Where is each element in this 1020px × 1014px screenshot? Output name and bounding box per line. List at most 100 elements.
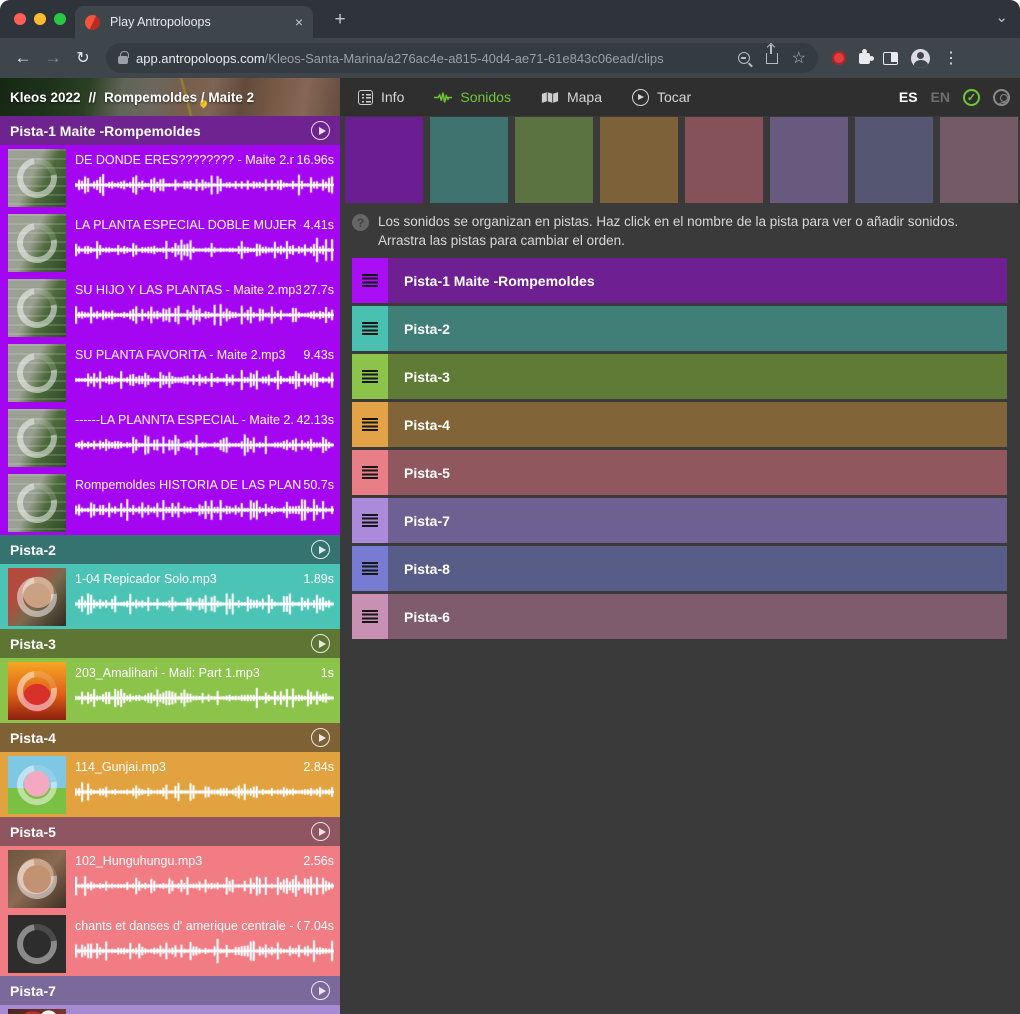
maximize-window-button[interactable] bbox=[54, 13, 66, 25]
new-tab-button[interactable]: + bbox=[326, 6, 354, 34]
color-swatch bbox=[770, 117, 848, 203]
help-question-icon: ? bbox=[352, 214, 369, 231]
waveform[interactable] bbox=[75, 302, 334, 328]
track-row-pista-3[interactable]: Pista-3 bbox=[352, 354, 1007, 399]
clip-item[interactable]: LA PLANTA ESPECIAL DOBLE MUJER - Mai... … bbox=[0, 210, 340, 275]
waveform[interactable] bbox=[75, 938, 334, 964]
drag-handle[interactable] bbox=[352, 498, 388, 543]
sidebar-section-pista-2: Pista-2 1-04 Repicador Solo.mp3 1.89s bbox=[0, 535, 340, 629]
lang-en-button[interactable]: EN bbox=[931, 89, 950, 105]
clip-item[interactable]: DE DONDE ERES???????? - Maite 2.mp3 16.9… bbox=[0, 145, 340, 210]
color-swatch bbox=[685, 117, 763, 203]
loop-ring-icon bbox=[9, 410, 65, 466]
reload-button[interactable]: ↻ bbox=[68, 48, 98, 68]
side-panel-icon[interactable] bbox=[883, 52, 898, 65]
clip-item[interactable]: Las castañuelas 3.13s bbox=[0, 1005, 340, 1014]
tab-search-chevron-icon[interactable]: ⌄ bbox=[995, 8, 1008, 26]
sidebar-section-pista-5: Pista-5 102_Hunguhungu.mp3 2.56s chants … bbox=[0, 817, 340, 976]
grip-lines-icon bbox=[362, 370, 378, 383]
back-button[interactable]: ← bbox=[8, 48, 38, 68]
waveform[interactable] bbox=[75, 172, 334, 198]
track-row-pista-4[interactable]: Pista-4 bbox=[352, 402, 1007, 447]
waveform[interactable] bbox=[75, 237, 334, 263]
waveform[interactable] bbox=[75, 873, 334, 899]
loop-ring-icon bbox=[9, 1010, 65, 1014]
grip-lines-icon bbox=[362, 274, 378, 287]
tab-strip: Play Antropoloops × + ⌄ bbox=[0, 0, 1020, 38]
track-row-pista-6[interactable]: Pista-6 bbox=[352, 594, 1007, 639]
tab-tocar[interactable]: Tocar bbox=[632, 89, 691, 106]
track-row-pista-2[interactable]: Pista-2 bbox=[352, 306, 1007, 351]
waveform[interactable] bbox=[75, 367, 334, 393]
record-extension-icon[interactable] bbox=[832, 51, 846, 65]
bookmark-star-icon[interactable]: ☆ bbox=[792, 48, 806, 68]
breadcrumb-project[interactable]: Kleos 2022 bbox=[10, 90, 81, 105]
browser-tab[interactable]: Play Antropoloops × bbox=[75, 6, 313, 38]
clip-item[interactable]: chants et danses d' amerique centrale - … bbox=[0, 911, 340, 976]
page-zoom-icon[interactable] bbox=[738, 52, 750, 64]
clip-item[interactable]: 114_Gunjai.mp3 2.84s bbox=[0, 752, 340, 817]
waveform[interactable] bbox=[75, 779, 334, 805]
drag-handle[interactable] bbox=[352, 258, 388, 303]
clip-item[interactable]: 1-04 Repicador Solo.mp3 1.89s bbox=[0, 564, 340, 629]
drag-handle[interactable] bbox=[352, 402, 388, 447]
waveform[interactable] bbox=[75, 591, 334, 617]
loop-ring-icon bbox=[9, 757, 65, 813]
profile-avatar[interactable] bbox=[911, 49, 930, 68]
address-bar[interactable]: app.antropoloops.com/Kleos-Santa-Marina/… bbox=[106, 43, 818, 73]
grip-lines-icon bbox=[362, 562, 378, 575]
track-header[interactable]: Pista-4 bbox=[0, 723, 340, 752]
loop-ring-icon bbox=[9, 150, 65, 206]
track-header[interactable]: Pista-7 bbox=[0, 976, 340, 1005]
saved-check-icon[interactable]: ✓ bbox=[963, 89, 980, 106]
clip-list: 1-04 Repicador Solo.mp3 1.89s bbox=[0, 564, 340, 629]
drag-handle[interactable] bbox=[352, 354, 388, 399]
track-header[interactable]: Pista-5 bbox=[0, 817, 340, 846]
track-row-pista-8[interactable]: Pista-8 bbox=[352, 546, 1007, 591]
tab-info[interactable]: Info bbox=[358, 89, 404, 105]
drag-handle[interactable] bbox=[352, 306, 388, 351]
clip-item[interactable]: Rompemoldes HISTORIA DE LAS PLANTAS... 5… bbox=[0, 470, 340, 535]
color-swatch bbox=[855, 117, 933, 203]
close-window-button[interactable] bbox=[14, 13, 26, 25]
tab-sonidos[interactable]: Sonidos bbox=[434, 89, 511, 105]
track-row-pista-7[interactable]: Pista-7 bbox=[352, 498, 1007, 543]
tab-close-icon[interactable]: × bbox=[295, 14, 303, 30]
info-list-icon bbox=[358, 90, 373, 105]
forward-button[interactable]: → bbox=[38, 48, 68, 68]
color-swatch bbox=[600, 117, 678, 203]
drag-handle[interactable] bbox=[352, 546, 388, 591]
extensions-puzzle-icon[interactable] bbox=[859, 53, 870, 64]
waveform[interactable] bbox=[75, 685, 334, 711]
clip-item[interactable]: SU PLANTA FAVORITA - Maite 2.mp3 9.43s bbox=[0, 340, 340, 405]
track-row-pista-5[interactable]: Pista-5 bbox=[352, 450, 1007, 495]
tab-mapa[interactable]: Mapa bbox=[541, 89, 602, 105]
lang-es-button[interactable]: ES bbox=[899, 89, 918, 105]
browser-menu-icon[interactable]: ⋮ bbox=[943, 48, 959, 68]
track-header[interactable]: Pista-1 Maite -Rompemoldes bbox=[0, 116, 340, 145]
play-track-button[interactable] bbox=[311, 121, 330, 140]
clip-item[interactable]: 203_Amalihani - Mali: Part 1.mp3 1s bbox=[0, 658, 340, 723]
play-track-button[interactable] bbox=[311, 634, 330, 653]
clip-item[interactable]: SU HIJO Y LAS PLANTAS - Maite 2.mp3 27.7… bbox=[0, 275, 340, 340]
waveform[interactable] bbox=[75, 432, 334, 458]
clip-item[interactable]: ------LA PLANNTA ESPECIAL - Maite 2.mp3 … bbox=[0, 405, 340, 470]
minimize-window-button[interactable] bbox=[34, 13, 46, 25]
play-track-button[interactable] bbox=[311, 981, 330, 1000]
clip-name: 102_Hunguhungu.mp3 bbox=[75, 854, 301, 868]
url-text[interactable]: app.antropoloops.com/Kleos-Santa-Marina/… bbox=[136, 51, 730, 66]
clip-item[interactable]: 102_Hunguhungu.mp3 2.56s bbox=[0, 846, 340, 911]
track-header[interactable]: Pista-3 bbox=[0, 629, 340, 658]
share-icon[interactable] bbox=[766, 53, 778, 64]
play-track-button[interactable] bbox=[311, 540, 330, 559]
track-row-pista-1[interactable]: Pista-1 Maite -Rompemoldes bbox=[352, 258, 1007, 303]
waveform[interactable] bbox=[75, 497, 334, 523]
drag-handle[interactable] bbox=[352, 450, 388, 495]
track-header[interactable]: Pista-2 bbox=[0, 535, 340, 564]
play-track-button[interactable] bbox=[311, 728, 330, 747]
clip-duration: 2.84s bbox=[303, 760, 334, 774]
play-track-button[interactable] bbox=[311, 822, 330, 841]
breadcrumb[interactable]: Kleos 2022 // Rompemoldes / Maite 2 bbox=[10, 78, 254, 116]
account-icon[interactable] bbox=[993, 89, 1010, 106]
drag-handle[interactable] bbox=[352, 594, 388, 639]
